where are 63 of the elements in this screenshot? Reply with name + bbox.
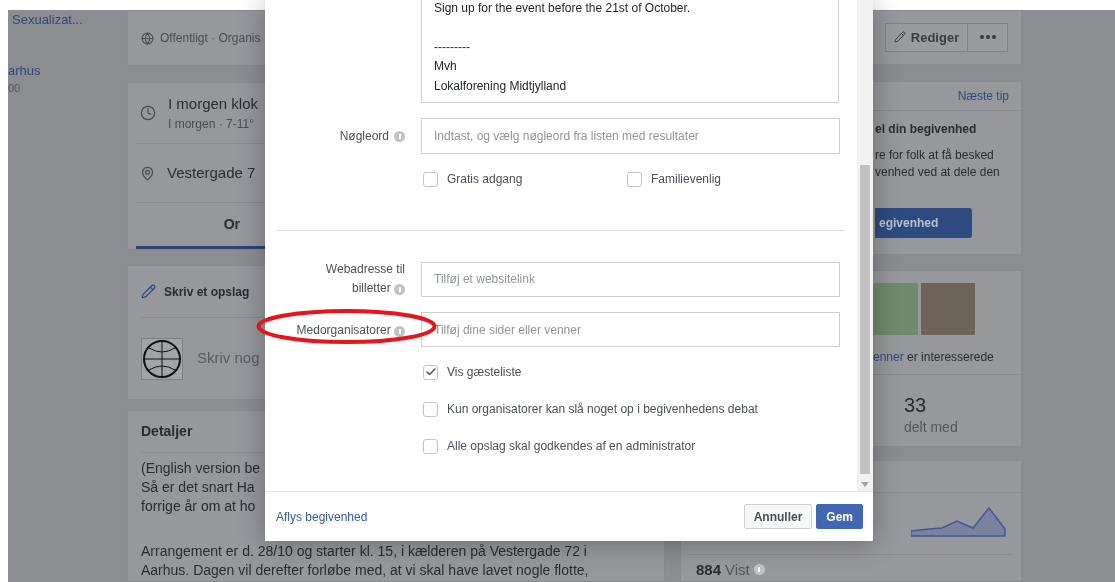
scrollbar-track[interactable] bbox=[857, 0, 873, 491]
cancel-button[interactable]: Annuller bbox=[743, 504, 813, 529]
details-line: Så er det snart Ha bbox=[141, 478, 256, 497]
checkbox-label: Gratis adgang bbox=[447, 171, 523, 188]
checkbox-label: Familievenlig bbox=[651, 171, 722, 188]
share-event-button[interactable]: egivenhed bbox=[875, 207, 972, 238]
cancel-event-link[interactable]: Aflys begivenhed bbox=[276, 507, 368, 526]
friends-text: enner er interesserede bbox=[873, 350, 994, 365]
privacy-text: Offentligt · Organis bbox=[160, 30, 261, 47]
pencil-icon bbox=[141, 284, 156, 299]
keywords-field[interactable]: Indtast, og vælg nøgleord fra listen med resultater bbox=[421, 118, 840, 154]
more-icon bbox=[979, 35, 996, 40]
shared-count: 33 bbox=[904, 393, 928, 418]
field-label: Medorganisatorer bbox=[296, 320, 405, 339]
text-field[interactable]: Tilføj et websitelink bbox=[421, 261, 840, 297]
description-field[interactable]: Sign up for the event before the 21st of October. --------- Mvh Lokalforening Midtjylland bbox=[421, 0, 839, 103]
location-pin-icon bbox=[140, 165, 155, 181]
checkbox[interactable] bbox=[423, 364, 438, 380]
sidebar-link[interactable]: arhus bbox=[8, 60, 127, 80]
info-icon bbox=[394, 325, 405, 337]
tip-text: re for folk at få besked venhed ved at dele den bbox=[875, 146, 1001, 181]
checkbox[interactable] bbox=[423, 401, 438, 417]
field-label: Webadresse til billetter bbox=[324, 261, 405, 297]
event-location: Vestergade 7 bbox=[167, 162, 256, 183]
details-line: Arrangement er d. 28/10 og starter kl. 15, i kælderen på Vestergade 72 i bbox=[141, 542, 588, 561]
more-button[interactable] bbox=[968, 22, 1008, 52]
shared-label: delt med bbox=[904, 418, 959, 438]
info-icon bbox=[394, 130, 405, 142]
field-label: Nøgleord bbox=[339, 128, 389, 145]
checkbox-label: Kun organisatorer kan slå noget op i begivenhedens debat bbox=[447, 401, 758, 418]
checkbox[interactable] bbox=[627, 171, 642, 187]
composer-title: Skriv et opslag bbox=[164, 283, 250, 301]
globe-icon bbox=[141, 31, 154, 45]
event-time: I morgen klok bbox=[168, 93, 259, 114]
checkbox-label: Alle opslag skal godkendes af en administrator bbox=[447, 438, 696, 455]
sidebar-link[interactable]: Sexualizat... bbox=[8, 10, 127, 30]
photo-placeholder bbox=[921, 283, 975, 336]
checkbox[interactable] bbox=[423, 171, 438, 187]
scrollbar-thumb[interactable] bbox=[860, 165, 870, 475]
composer-prompt[interactable]: Skriv nog bbox=[197, 347, 260, 370]
check-icon bbox=[424, 366, 437, 378]
tip-title: el din begivenhed bbox=[875, 120, 978, 138]
save-button[interactable]: Gem bbox=[816, 504, 863, 529]
friends-link[interactable]: enner bbox=[873, 350, 904, 365]
pencil-icon bbox=[893, 31, 906, 44]
details-line: forrige år om at ho bbox=[141, 497, 257, 516]
info-icon bbox=[753, 564, 765, 576]
next-tip-link[interactable]: Næste tip bbox=[957, 86, 1009, 105]
details-line: (English version be bbox=[141, 459, 262, 478]
clock-icon bbox=[140, 105, 156, 121]
event-time-detail: I morgen · 7-11° bbox=[168, 116, 255, 134]
views-count: 884 bbox=[696, 559, 722, 580]
views-label: Vist bbox=[725, 559, 750, 580]
info-icon bbox=[394, 284, 405, 295]
photo-placeholder bbox=[873, 283, 918, 336]
details-title: Detaljer bbox=[141, 422, 193, 441]
scroll-down-icon[interactable] bbox=[861, 482, 869, 487]
checkbox-label: Vis gæsteliste bbox=[447, 364, 522, 381]
text-field[interactable]: Tilføj dine sider eller venner bbox=[421, 312, 840, 347]
details-line: Aarhus. Dagen vil derefter forløbe med, at vi skal have lavet nogle flotte, bbox=[141, 561, 590, 580]
checkbox[interactable] bbox=[423, 438, 438, 454]
logo-drawing bbox=[141, 337, 183, 380]
edit-button[interactable]: Rediger bbox=[885, 22, 968, 52]
